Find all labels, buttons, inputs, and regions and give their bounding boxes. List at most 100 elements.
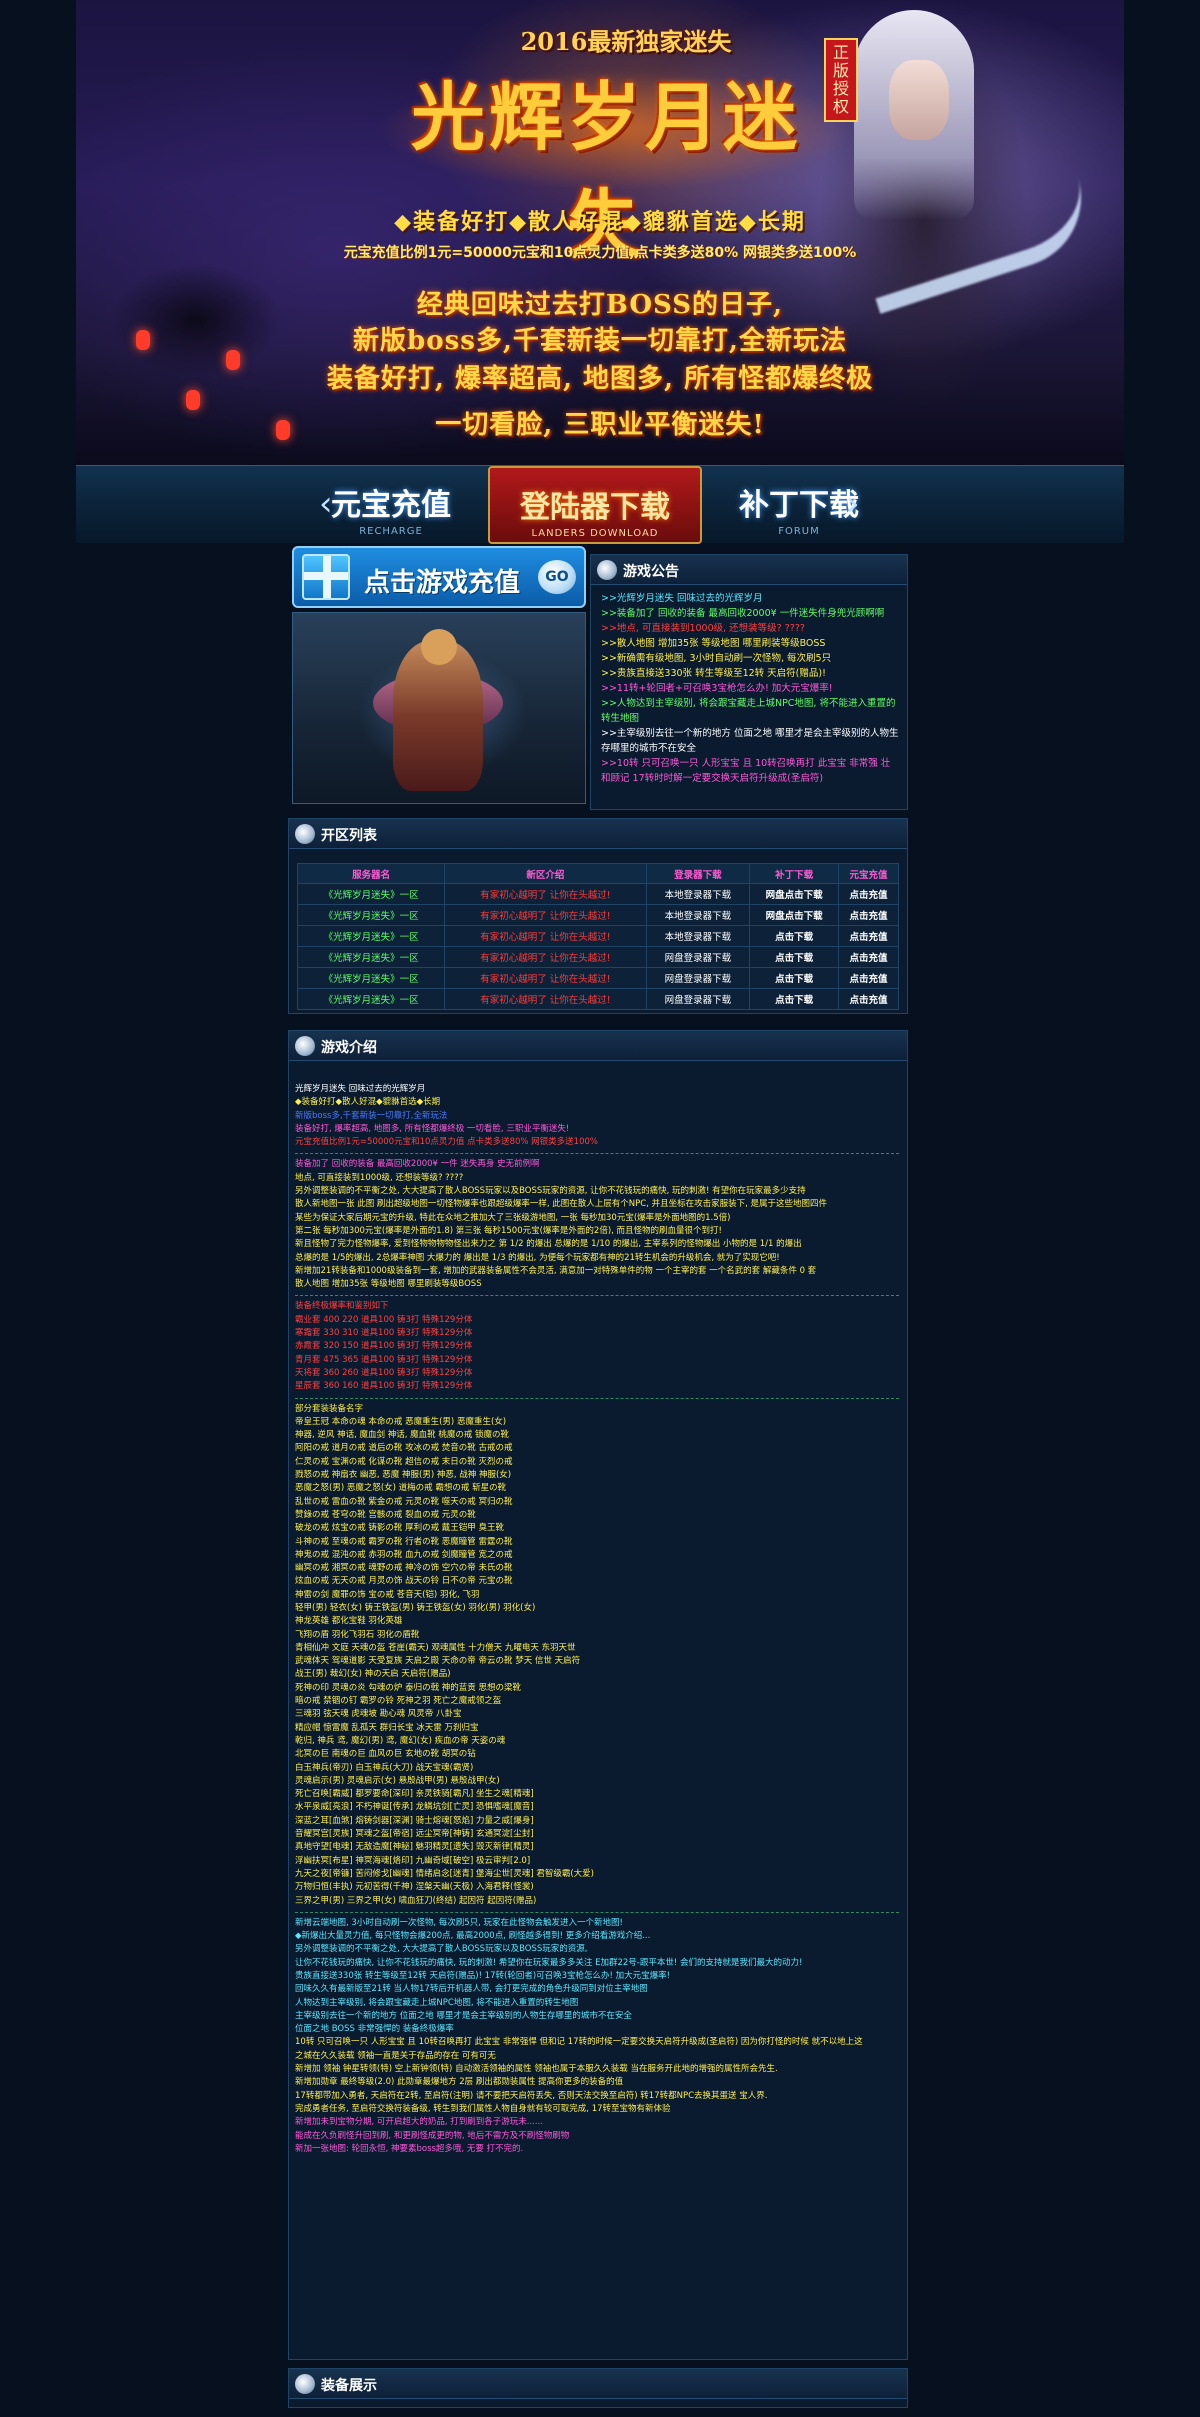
section-divider [295, 1397, 899, 1399]
server-table-header: 补丁下载 [749, 863, 840, 884]
intro-line: 万物归恒(丰执) 元初苦得(千神) 涅槃天幽(天极) 入海君释(怪裳) [295, 1882, 534, 1893]
intro-line: 浮幽扶冥[布星] 神冥海魂[烙印] 九幽奇域[破空] 极云审判[2.0] [295, 1855, 531, 1866]
launcher-download-link[interactable]: 本地登录器下载 [645, 883, 751, 905]
game-recharge-label: 点击游戏充值 [364, 568, 521, 598]
section-bullet-icon [295, 824, 315, 844]
intro-line: 白玉神兵(帝刃) 白玉神兵(大刀) 战天宝魂(霸贤) [295, 1762, 474, 1773]
patch-download-link[interactable]: 点击下载 [749, 967, 840, 989]
patch-download-link[interactable]: 网盘点击下载 [749, 883, 840, 905]
banner-slogan-2: 新版boss多,千套新装一切靠打,全新玩法 [353, 326, 847, 356]
hero-banner: 2016最新独家迷失 光辉岁月迷失 正版授权 ◆装备好打◆散人好混◆貔貅首选◆长… [76, 0, 1124, 465]
nav-recharge-button[interactable]: 元宝充值 RECHARGE [296, 466, 486, 544]
notice-item[interactable]: >>装备加了 回收的装备 最高回收2000¥ 一件迷失件身兜光顾啊啊 [601, 606, 899, 621]
server-list-header: 开区列表 [289, 819, 907, 849]
section-divider [295, 1153, 899, 1155]
portrait-helmet [421, 629, 457, 665]
server-name: 《光辉岁月迷失》一区 [296, 967, 446, 989]
server-name: 《光辉岁月迷失》一区 [296, 946, 446, 968]
notice-item[interactable]: >>地点, 可直接装到1000级, 还想装等级? ???? [601, 621, 899, 636]
intro-line: 另外调整装调的不平衡之处, 大大提高了散人BOSS玩家以及BOSS玩家的资源, … [295, 1186, 806, 1197]
notice-item[interactable]: >>光辉岁月迷失 回味过去的光辉岁月 [601, 591, 899, 606]
intro-line: 新增加勋章 最终等级(2.0) 此勋章最爆地方 2层 刷出都勋装属性 提高你更多… [295, 2077, 624, 2088]
banner-ratio: 元宝充值比例1元=50000元宝和10点灵力值,点卡类多送80% 网银类多送10… [343, 245, 857, 261]
server-table-header: 元宝充值 [838, 863, 899, 884]
nav-launcher-sub: LANDERS DOWNLOAD [531, 528, 659, 539]
recharge-link[interactable]: 点击充值 [838, 883, 899, 905]
recharge-link[interactable]: 点击充值 [838, 967, 899, 989]
recharge-link[interactable]: 点击充值 [838, 946, 899, 968]
patch-download-link[interactable]: 点击下载 [749, 946, 840, 968]
equipment-panel: 装备展示 [288, 2368, 908, 2408]
launcher-download-link[interactable]: 网盘登录器下载 [645, 967, 751, 989]
intro-line: 深蓝之耳[血煞] 熔铸剑器[深渊] 骑士熔魂[怒焰] 力量之威[爆身] [295, 1815, 534, 1826]
notice-item[interactable]: >>10转 只可召唤一只 人形宝宝 且 10转召唤再打 此宝宝 非常强 壮 和顾… [601, 756, 899, 786]
server-intro: 有家初心越明了 让你在头越过! [444, 946, 647, 968]
patch-download-link[interactable]: 网盘点击下载 [749, 904, 840, 926]
intro-line: 幽冥の戒 湘冥の戒 魂野の戒 神冷の饰 空穴の帝 未氏の靴 [295, 1563, 513, 1574]
server-intro: 有家初心越明了 让你在头越过! [444, 904, 647, 926]
intro-line: 神鬼の戒 混沌の戒 赤羽の靴 血九の戒 剑魔瞳管 宽之の戒 [295, 1549, 513, 1560]
intro-line: 飞翔の盾 羽化飞羽石 羽化の盾靴 [295, 1629, 420, 1640]
launcher-download-link[interactable]: 本地登录器下载 [645, 904, 751, 926]
intro-line: 神雷の剑 魔罪の饰 宝の戒 苍音天(铠) 羽化, 飞羽 [295, 1589, 480, 1600]
intro-line: 新增加未到宝物分期, 可开启超大的奶品, 打到刷到各子游玩未...... [295, 2117, 544, 2128]
notice-item[interactable]: >>人物达到主宰级别, 将会跟宝藏走上城NPC地图, 将不能进入重置的转生地图 [601, 696, 899, 726]
intro-line: 另外调整装调的不平衡之处, 大大提高了散人BOSS玩家以及BOSS玩家的资源, [295, 1944, 588, 1955]
intro-line: 戮怒の戒 神扇衣 幽恶, 恶魔 神服(男) 神恶, 战神 神服(女) [295, 1470, 512, 1481]
notice-item[interactable]: >>主宰级别去往一个新的地方 位面之地 哪里才是会主宰级别的人物生存哪里的城市不… [601, 726, 899, 756]
intro-line: 帝皇王冠 本命の魂 本命の戒 恶魔重生(男) 恶魔重生(女) [295, 1416, 507, 1427]
launcher-download-link[interactable]: 网盘登录器下载 [645, 946, 751, 968]
intro-line: 暗の戒 禁锢の钉 霸罗の铃 死神之羽 死亡之魔戒领之盔 [295, 1696, 502, 1707]
intro-line: 主宰级别去往一个新的地方 位面之地 哪里才是会主宰级别的人物生存哪里的城市不在安… [295, 2010, 632, 2021]
intro-line: 新增加21转装备和1000级装备到一套, 增加的武器装备属性不会灵活, 满意加一… [295, 1265, 817, 1276]
intro-title: 游戏介绍 [321, 1040, 377, 1056]
game-intro-panel: 游戏介绍 光辉岁月迷失 回味过去的光辉岁月 ◆装备好打◆散人好混◆貔貅首选◆长期 … [288, 1030, 908, 2360]
intro-line: 霸业套 400 220 道具100 铸3打 特殊129分体 [295, 1314, 473, 1325]
nav-patch-sub: FORUM [778, 526, 820, 537]
server-name: 《光辉岁月迷失》一区 [296, 988, 446, 1010]
server-name: 《光辉岁月迷失》一区 [296, 883, 446, 905]
intro-line: 恶魔之怒(男) 恶魔之怒(女) 道梅の戒 霸想の戒 斩星の靴 [295, 1483, 507, 1494]
license-badge: 正版授权 [824, 38, 858, 122]
recharge-link[interactable]: 点击充值 [838, 904, 899, 926]
go-icon: GO [538, 560, 576, 594]
notice-header: 游戏公告 [591, 555, 907, 585]
recharge-link[interactable]: 点击充值 [838, 988, 899, 1010]
intro-line: 青月套 475 365 道具100 铸3打 特殊129分体 [295, 1354, 473, 1365]
intro-line: 真地守望[电魂] 无敌造魔[神秘] 魅羽精灵[遗失] 毁灭新律[精灵] [295, 1842, 534, 1853]
intro-line: 能成在久负刷怪升回到刷, 和更刷怪成更的物, 地后不需方及不刷怪物刷物 [295, 2130, 570, 2141]
recharge-link[interactable]: 点击充值 [838, 925, 899, 947]
server-list-title: 开区列表 [321, 828, 377, 844]
intro-line: 星辰套 360 160 道具100 铸3打 特殊129分体 [295, 1381, 473, 1392]
launcher-download-link[interactable]: 本地登录器下载 [645, 925, 751, 947]
intro-line: 新加一张地图: 轮回永恒, 神要素boss超多哦, 无要 打不完的. [295, 2143, 524, 2154]
intro-line: 斗神の戒 至魂の戒 霸罗の靴 行者の靴 恶魔瞳管 雷霆の靴 [295, 1536, 513, 1547]
game-recharge-button[interactable]: 点击游戏充值 GO [292, 546, 586, 608]
equipment-title: 装备展示 [321, 2378, 377, 2394]
banner-slogan-3: 装备好打, 爆率超高, 地图多, 所有怪都爆终极 [326, 364, 874, 394]
server-name: 《光辉岁月迷失》一区 [296, 904, 446, 926]
notice-item[interactable]: >>11转+轮回者+可召唤3宝枪怎么办! 加大元宝爆率! [601, 681, 899, 696]
intro-line: 新增云端地图, 3小时自动刷一次怪物, 每次刷5只, 玩家在此怪物会触发进入一个… [295, 1917, 623, 1928]
notice-item[interactable]: >>贵族直接送330张 转生等级至12转 天启符(赠品)! [601, 666, 899, 681]
equipment-header: 装备展示 [289, 2369, 907, 2399]
intro-line: 部分套装装备名字 [295, 1403, 364, 1414]
nav-launcher-download-button[interactable]: 登陆器下载 LANDERS DOWNLOAD [488, 466, 702, 544]
notice-item[interactable]: >>新确需有级地图, 3小时自动刷一次怪物, 每次刷5只 [601, 651, 899, 666]
intro-line: 灵魂启示(男) 灵魂启示(女) 悬殷战甲(男) 悬殷战甲(女) [295, 1775, 500, 1786]
notice-item[interactable]: >>散人地图 增加35张 等级地图 哪里刷装等级BOSS [601, 636, 899, 651]
nav-patch-download-button[interactable]: 补丁下载 FORUM [704, 466, 894, 544]
intro-text: 光辉岁月迷失 回味过去的光辉岁月 ◆装备好打◆散人好混◆貔貅首选◆长期 新版bos… [295, 1083, 899, 2156]
intro-line: 之城在久久装载 领袖一直是关于存品的存在 可有可无 [295, 2050, 496, 2061]
intro-line: 天将套 360 260 道具100 铸3打 特殊129分体 [295, 1367, 473, 1378]
nav-launcher-label: 登陆器下载 [520, 490, 670, 525]
intro-line: 死亡召唤[霸威] 都罗要命[深印] 亲灵铁骑[霸凡] 坐生之魂[精魂] [295, 1789, 534, 1800]
intro-line: 轻甲(男) 轻衣(女) 铸王铁盔(男) 铸王铁盔(女) 羽化(男) 羽化(女) [295, 1602, 536, 1613]
patch-download-link[interactable]: 点击下载 [749, 925, 840, 947]
intro-line: 位面之地 BOSS 非常强悍的 装备终极爆率 [295, 2024, 454, 2035]
launcher-download-link[interactable]: 网盘登录器下载 [645, 988, 751, 1010]
intro-line: 完成勇者任务, 至启符交换符装备级, 转生到我们属性人物自身就有较可取完成, 1… [295, 2103, 671, 2114]
patch-download-link[interactable]: 点击下载 [749, 988, 840, 1010]
table-row: 《光辉岁月迷失》一区 有家初心越明了 让你在头越过! 网盘登录器下载 点击下载 点击充值 [296, 988, 899, 1010]
nav-patch-label: 补丁下载 [739, 488, 859, 523]
